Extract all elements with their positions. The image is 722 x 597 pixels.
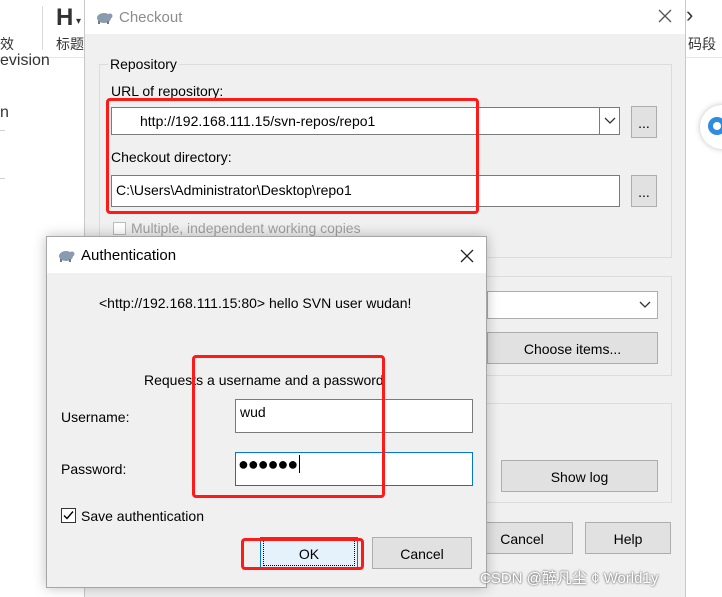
checkout-title: Checkout xyxy=(119,9,183,26)
tortoise-svn-icon xyxy=(97,13,113,24)
ribbon-heading-label[interactable]: 标题 xyxy=(56,34,84,54)
password-input[interactable]: ●●●●●● xyxy=(235,452,473,486)
text-caret xyxy=(299,455,301,473)
ribbon-left-text: 效 xyxy=(0,36,14,52)
multiple-copies-checkbox[interactable] xyxy=(113,222,126,235)
dir-browse-label: ... xyxy=(638,184,650,200)
url-value: http://192.168.111.15/svn-repos/repo1 xyxy=(140,113,376,129)
username-value: wud xyxy=(240,404,266,420)
save-authentication-label: Save authentication xyxy=(81,508,204,524)
choose-items-label: Choose items... xyxy=(523,341,622,357)
ok-button[interactable]: OK xyxy=(260,537,358,569)
watermark: CSDN @醉凡尘 ¢ World1y xyxy=(480,570,659,587)
url-browse-label: ... xyxy=(638,115,650,131)
username-label-text: Username: xyxy=(61,409,130,425)
multiple-copies-label: Multiple, independent working copies xyxy=(131,220,361,236)
url-label: URL of repository: xyxy=(111,83,224,99)
checkout-directory-input[interactable]: C:\Users\Administrator\Desktop\repo1 xyxy=(111,175,620,207)
password-dots: ●●●●●● xyxy=(238,454,298,474)
ribbon-separator xyxy=(42,6,43,50)
tortoise-svn-icon xyxy=(59,251,75,262)
dir-value: C:\Users\Administrator\Desktop\repo1 xyxy=(116,182,352,198)
chevron-down-icon[interactable]: ▾ xyxy=(76,16,81,27)
chevron-down-icon xyxy=(604,117,616,124)
username-label: Username: xyxy=(61,409,129,425)
auth-request-text: Requests a username and a password xyxy=(144,372,384,388)
close-icon[interactable] xyxy=(460,249,474,263)
url-dropdown-button[interactable] xyxy=(599,108,619,134)
url-combobox[interactable]: http://192.168.111.15/svn-repos/repo1 xyxy=(111,107,620,135)
assistant-face-icon xyxy=(708,117,722,135)
depth-combobox[interactable] xyxy=(487,291,658,319)
username-input[interactable]: wud xyxy=(235,399,473,433)
password-value: ●●●●●● xyxy=(238,454,301,475)
checkout-cancel-label: Cancel xyxy=(500,531,544,547)
choose-items-button[interactable]: Choose items... xyxy=(487,332,658,364)
url-browse-button[interactable]: ... xyxy=(631,106,657,138)
auth-cancel-label: Cancel xyxy=(400,546,444,562)
dir-label: Checkout directory: xyxy=(111,149,232,165)
save-authentication-checkbox[interactable] xyxy=(61,508,76,523)
ribbon-right-label[interactable]: 码段 xyxy=(688,34,716,54)
close-icon[interactable] xyxy=(657,8,673,24)
background-cell-line xyxy=(0,130,5,131)
password-label: Password: xyxy=(61,461,127,477)
background-left-text-2: n xyxy=(0,104,9,121)
auth-message: <http://192.168.111.15:80> hello SVN use… xyxy=(99,295,412,311)
ribbon-heading-icon[interactable]: H xyxy=(56,4,73,32)
auth-cancel-button[interactable]: Cancel xyxy=(372,537,472,569)
auth-title: Authentication xyxy=(81,247,177,264)
chevron-right-icon[interactable]: › xyxy=(686,2,693,28)
ok-label: OK xyxy=(298,546,320,562)
background-left-panel: evision n xyxy=(0,52,84,236)
show-log-label: Show log xyxy=(550,469,609,485)
dir-browse-button[interactable]: ... xyxy=(631,175,657,207)
assistant-eye-icon xyxy=(713,122,721,130)
help-button[interactable]: Help xyxy=(585,522,671,554)
show-log-button[interactable]: Show log xyxy=(501,460,658,492)
background-left-text: evision xyxy=(0,52,50,69)
repository-group-label: Repository xyxy=(108,56,179,72)
chevron-down-icon xyxy=(639,301,651,308)
auth-titlebar: Authentication xyxy=(47,237,486,273)
checkmark-icon xyxy=(63,511,74,520)
authentication-dialog: Authentication <http://192.168.111.15:80… xyxy=(46,236,487,588)
background-cell-line xyxy=(0,178,5,179)
help-label: Help xyxy=(613,531,643,547)
checkout-titlebar: Checkout xyxy=(85,0,685,34)
